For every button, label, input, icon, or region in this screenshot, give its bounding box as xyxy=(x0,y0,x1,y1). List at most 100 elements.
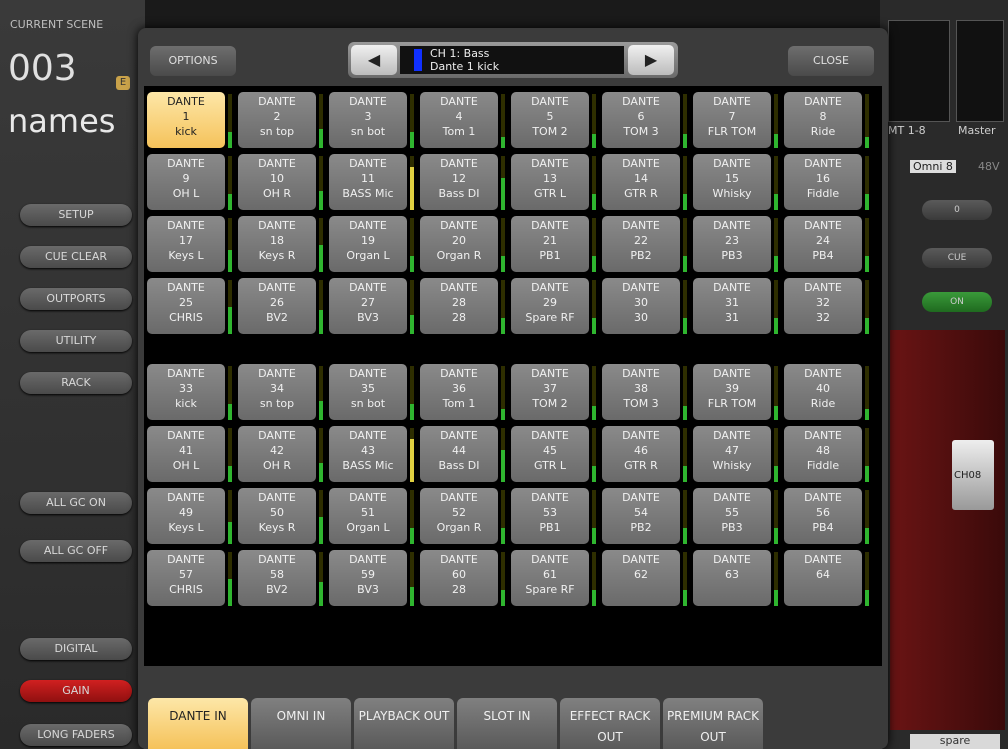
phantom-48v-label: 48V xyxy=(978,160,1000,173)
port-button[interactable]: DANTE 8 Ride xyxy=(784,92,862,148)
port-button[interactable]: DANTE 53 PB1 xyxy=(511,488,589,544)
meter-fill xyxy=(410,587,414,606)
port-type: DANTE xyxy=(167,491,205,504)
port-button[interactable]: DANTE 49 Keys L xyxy=(147,488,225,544)
tab-premium-rack-out[interactable]: PREMIUM RACK OUT xyxy=(663,698,763,749)
gain-zero-button[interactable]: 0 xyxy=(922,200,992,220)
port-number: 22 xyxy=(634,234,648,247)
port-button[interactable]: DANTE 33 kick xyxy=(147,364,225,420)
port-button[interactable]: DANTE 32 32 xyxy=(784,278,862,334)
master-meter xyxy=(956,20,1004,122)
port-button[interactable]: DANTE 50 Keys R xyxy=(238,488,316,544)
port-button[interactable]: DANTE 41 OH L xyxy=(147,426,225,482)
port-button[interactable]: DANTE 15 Whisky xyxy=(693,154,771,210)
port-button[interactable]: DANTE 7 FLR TOM xyxy=(693,92,771,148)
port-button[interactable]: DANTE 36 Tom 1 xyxy=(420,364,498,420)
tab-playback-out[interactable]: PLAYBACK OUT xyxy=(354,698,454,749)
port-label: PB3 xyxy=(721,249,743,262)
port-button[interactable]: DANTE 9 OH L xyxy=(147,154,225,210)
tab-slot-in[interactable]: SLOT IN xyxy=(457,698,557,749)
port-button[interactable]: DANTE 23 PB3 xyxy=(693,216,771,272)
tab-effect-rack-out[interactable]: EFFECT RACK OUT xyxy=(560,698,660,749)
outports-button[interactable]: OUTPORTS xyxy=(20,288,132,310)
port-number: 40 xyxy=(816,382,830,395)
port-button[interactable]: DANTE 44 Bass DI xyxy=(420,426,498,482)
port-button[interactable]: DANTE 48 Fiddle xyxy=(784,426,862,482)
port-button[interactable]: DANTE 34 sn top xyxy=(238,364,316,420)
close-button[interactable]: CLOSE xyxy=(788,46,874,76)
port-button[interactable]: DANTE 4 Tom 1 xyxy=(420,92,498,148)
port-button[interactable]: DANTE 52 Organ R xyxy=(420,488,498,544)
port-label: Whisky xyxy=(712,459,752,472)
cue-button[interactable]: CUE xyxy=(922,248,992,268)
port-button[interactable]: DANTE 58 BV2 xyxy=(238,550,316,606)
port-button[interactable]: DANTE 39 FLR TOM xyxy=(693,364,771,420)
port-button[interactable]: DANTE 42 OH R xyxy=(238,426,316,482)
port-button[interactable]: DANTE 55 PB3 xyxy=(693,488,771,544)
port-button[interactable]: DANTE 61 Spare RF xyxy=(511,550,589,606)
port-button[interactable]: DANTE 12 Bass DI xyxy=(420,154,498,210)
port-button[interactable]: DANTE 29 Spare RF xyxy=(511,278,589,334)
rack-button[interactable]: RACK xyxy=(20,372,132,394)
all-gc-off-button[interactable]: ALL GC OFF xyxy=(20,540,132,562)
port-button[interactable]: DANTE 37 TOM 2 xyxy=(511,364,589,420)
port-button[interactable]: DANTE 2 sn top xyxy=(238,92,316,148)
all-gc-on-button[interactable]: ALL GC ON xyxy=(20,492,132,514)
tab-dante-in[interactable]: DANTE IN xyxy=(148,698,248,749)
port-button[interactable]: DANTE 31 31 xyxy=(693,278,771,334)
port-button[interactable]: DANTE 46 GTR R xyxy=(602,426,680,482)
port-button[interactable]: DANTE 5 TOM 2 xyxy=(511,92,589,148)
port-button[interactable]: DANTE 35 sn bot xyxy=(329,364,407,420)
port-button[interactable]: DANTE 10 OH R xyxy=(238,154,316,210)
port-button[interactable]: DANTE 54 PB2 xyxy=(602,488,680,544)
port-button[interactable]: DANTE 21 PB1 xyxy=(511,216,589,272)
port-button[interactable]: DANTE 57 CHRIS xyxy=(147,550,225,606)
port-button[interactable]: DANTE 26 BV2 xyxy=(238,278,316,334)
port-button[interactable]: DANTE 28 28 xyxy=(420,278,498,334)
port-button[interactable]: DANTE 22 PB2 xyxy=(602,216,680,272)
port-button[interactable]: DANTE 25 CHRIS xyxy=(147,278,225,334)
meter-fill xyxy=(865,318,869,334)
port-button[interactable]: DANTE 47 Whisky xyxy=(693,426,771,482)
port-button[interactable]: DANTE 20 Organ R xyxy=(420,216,498,272)
port-button[interactable]: DANTE 64 xyxy=(784,550,862,606)
port-type: DANTE xyxy=(258,95,296,108)
port-button[interactable]: DANTE 17 Keys L xyxy=(147,216,225,272)
cue-clear-button[interactable]: CUE CLEAR xyxy=(20,246,132,268)
port-button[interactable]: DANTE 60 28 xyxy=(420,550,498,606)
port-button[interactable]: DANTE 6 TOM 3 xyxy=(602,92,680,148)
port-button[interactable]: DANTE 3 sn bot xyxy=(329,92,407,148)
port-button[interactable]: DANTE 38 TOM 3 xyxy=(602,364,680,420)
port-button[interactable]: DANTE 45 GTR L xyxy=(511,426,589,482)
port-button[interactable]: DANTE 18 Keys R xyxy=(238,216,316,272)
port-button[interactable]: DANTE 1 kick xyxy=(147,92,225,148)
options-button[interactable]: OPTIONS xyxy=(150,46,236,76)
port-button[interactable]: DANTE 30 30 xyxy=(602,278,680,334)
port-button[interactable]: DANTE 24 PB4 xyxy=(784,216,862,272)
port-button[interactable]: DANTE 51 Organ L xyxy=(329,488,407,544)
digital-button[interactable]: DIGITAL xyxy=(20,638,132,660)
long-faders-button[interactable]: LONG FADERS xyxy=(20,724,132,746)
port-button[interactable]: DANTE 62 xyxy=(602,550,680,606)
omni-label: Omni 8 xyxy=(910,160,956,173)
port-button[interactable]: DANTE 14 GTR R xyxy=(602,154,680,210)
port-button[interactable]: DANTE 27 BV3 xyxy=(329,278,407,334)
port-button[interactable]: DANTE 56 PB4 xyxy=(784,488,862,544)
next-channel-button[interactable]: ▶ xyxy=(628,45,674,75)
setup-button[interactable]: SETUP xyxy=(20,204,132,226)
port-button[interactable]: DANTE 13 GTR L xyxy=(511,154,589,210)
port-button[interactable]: DANTE 43 BASS Mic xyxy=(329,426,407,482)
utility-button[interactable]: UTILITY xyxy=(20,330,132,352)
fader-knob[interactable]: CH08 xyxy=(952,440,994,510)
port-button[interactable]: DANTE 59 BV3 xyxy=(329,550,407,606)
scene-number[interactable]: 003 xyxy=(8,48,77,89)
prev-channel-button[interactable]: ◀ xyxy=(351,45,397,75)
gain-button[interactable]: GAIN xyxy=(20,680,132,702)
port-button[interactable]: DANTE 40 Ride xyxy=(784,364,862,420)
tab-omni-in[interactable]: OMNI IN xyxy=(251,698,351,749)
port-button[interactable]: DANTE 11 BASS Mic xyxy=(329,154,407,210)
on-button[interactable]: ON xyxy=(922,292,992,312)
port-button[interactable]: DANTE 63 xyxy=(693,550,771,606)
port-button[interactable]: DANTE 19 Organ L xyxy=(329,216,407,272)
port-button[interactable]: DANTE 16 Fiddle xyxy=(784,154,862,210)
